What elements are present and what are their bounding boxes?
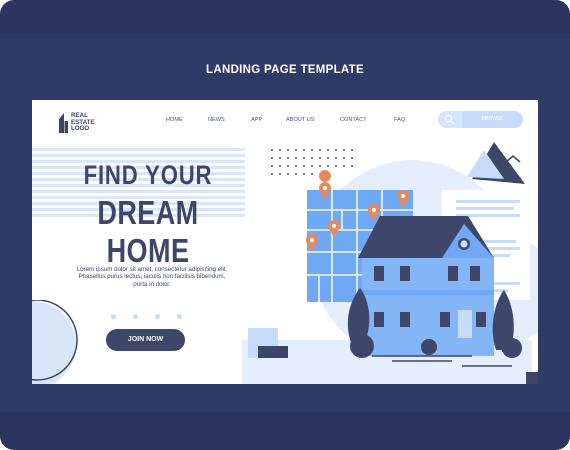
template-frame: LANDING PAGE TEMPLATE REAL ESTATE LOGO H… xyxy=(0,0,570,450)
carousel-dot[interactable] xyxy=(111,314,116,319)
landing-page-mockup: REAL ESTATE LOGO HOME NEWS APP ABOUT US … xyxy=(32,100,538,384)
nav-home[interactable]: HOME xyxy=(166,117,183,123)
nav-news[interactable]: NEWS xyxy=(208,117,225,123)
search-button[interactable] xyxy=(438,111,462,128)
lamp-post-icon xyxy=(502,312,504,352)
search-icon xyxy=(444,114,455,125)
carousel-dot[interactable] xyxy=(155,314,160,319)
carousel-dot[interactable] xyxy=(133,314,138,319)
nav-contact[interactable]: CONTACT xyxy=(340,117,367,123)
logo-text-line3: LOGO xyxy=(71,125,90,133)
logo-text: REAL ESTATE LOGO xyxy=(71,112,95,133)
nav-app[interactable]: APP xyxy=(251,117,262,123)
hero-description: Lorem ipsum dolor sit amet, consectetur … xyxy=(76,266,228,288)
join-now-button[interactable]: JOIN NOW xyxy=(106,329,185,351)
browse-button[interactable]: BROWSE xyxy=(462,111,523,128)
banner-title: LANDING PAGE TEMPLATE xyxy=(206,64,364,76)
carousel-dots[interactable] xyxy=(111,306,199,324)
nav-faq[interactable]: FAQ xyxy=(394,117,405,123)
house-illustration xyxy=(242,142,538,384)
logo-house-icon xyxy=(59,113,68,133)
nav-about-us[interactable]: ABOUT US xyxy=(286,117,315,123)
dot-pattern-icon xyxy=(271,149,353,175)
house-icon xyxy=(358,216,494,356)
site-logo[interactable]: REAL ESTATE LOGO xyxy=(59,112,95,133)
carousel-dot[interactable] xyxy=(177,314,182,319)
decorative-circle xyxy=(32,300,78,384)
